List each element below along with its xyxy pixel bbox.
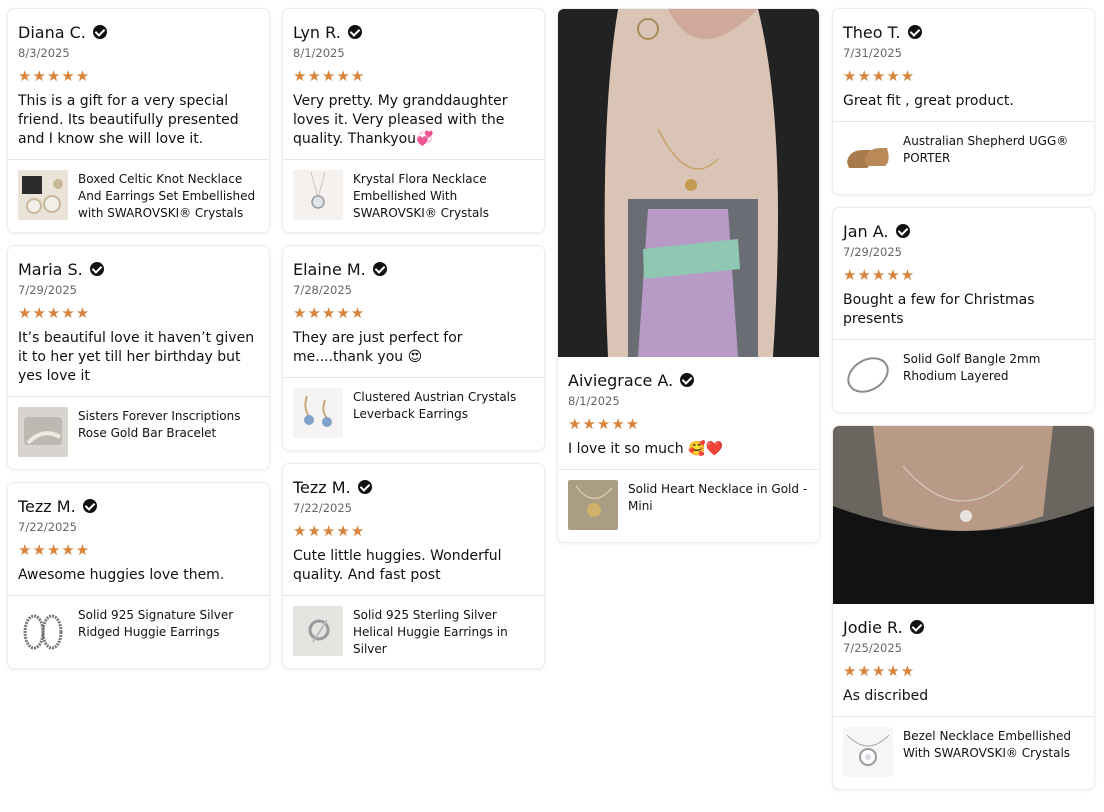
product-link[interactable]: Solid Heart Necklace in Gold - Mini [558,469,819,542]
review-date: 7/25/2025 [843,641,902,655]
product-link[interactable]: Boxed Celtic Knot Necklace And Earrings … [8,159,269,232]
review-text: As discribed [843,688,929,704]
review-text: This is a gift for a very special friend… [18,93,239,147]
review-card[interactable]: Aiviegrace A. 8/1/2025 ★★★★★ I love it s… [558,9,819,542]
verified-check-icon [82,499,97,513]
review-card[interactable]: Theo T. 7/31/2025 ★★★★★ Great fit , grea… [833,9,1094,194]
product-title[interactable]: Clustered Austrian Crystals Leverback Ea… [353,389,534,423]
star-rating: ★★★★★ [18,541,91,559]
review-card[interactable]: Lyn R. 8/1/2025 ★★★★★ Very pretty. My gr… [283,9,544,232]
review-column-3: Aiviegrace A. 8/1/2025 ★★★★★ I love it s… [558,9,819,556]
product-title[interactable]: Boxed Celtic Knot Necklace And Earrings … [78,171,259,222]
product-link[interactable]: Bezel Necklace Embellished With SWAROVSK… [833,716,1094,789]
review-text: It’s beautiful love it haven’t given it … [18,330,255,384]
star-rating: ★★★★★ [293,67,366,85]
review-text: They are just perfect for me....thank yo… [293,330,463,365]
review-text: Very pretty. My granddaughter loves it. … [293,93,508,147]
reviewer-name: Lyn R. [293,21,534,43]
product-link[interactable]: Solid 925 Signature Silver Ridged Huggie… [8,595,269,668]
review-date: 7/29/2025 [18,283,77,297]
reviewer-name: Jan A. [843,220,1084,242]
product-thumbnail[interactable] [843,727,893,777]
reviewer-name: Maria S. [18,258,259,280]
product-link[interactable]: Solid 925 Sterling Silver Helical Huggie… [283,595,544,668]
review-date: 7/28/2025 [293,283,352,297]
product-link[interactable]: Krystal Flora Necklace Embellished With … [283,159,544,232]
product-title[interactable]: Australian Shepherd UGG® PORTER [903,133,1084,167]
review-card[interactable]: Jan A. 7/29/2025 ★★★★★ Bought a few for … [833,208,1094,412]
product-link[interactable]: Clustered Austrian Crystals Leverback Ea… [283,377,544,450]
review-card[interactable]: Tezz M. 7/22/2025 ★★★★★ Awesome huggies … [8,483,269,668]
product-thumbnail[interactable] [843,350,893,400]
review-date: 7/29/2025 [843,245,902,259]
product-link[interactable]: Solid Golf Bangle 2mm Rhodium Layered [833,339,1094,412]
verified-check-icon [907,25,922,39]
product-link[interactable]: Sisters Forever Inscriptions Rose Gold B… [8,396,269,469]
verified-check-icon [89,262,104,276]
product-title[interactable]: Krystal Flora Necklace Embellished With … [353,171,534,222]
review-text: Great fit , great product. [843,93,1014,109]
review-text: I love it so much 🥰❤️ [568,441,723,457]
product-thumbnail[interactable] [568,480,618,530]
verified-check-icon [909,620,924,634]
product-link[interactable]: Australian Shepherd UGG® PORTER [833,121,1094,194]
product-title[interactable]: Bezel Necklace Embellished With SWAROVSK… [903,728,1084,762]
customer-photo[interactable] [558,9,819,357]
product-title[interactable]: Solid Golf Bangle 2mm Rhodium Layered [903,351,1084,385]
star-rating: ★★★★★ [18,67,91,85]
reviewer-name: Tezz M. [293,476,534,498]
verified-check-icon [680,373,695,387]
product-thumbnail[interactable] [293,388,343,438]
reviewer-name: Aiviegrace A. [568,369,809,391]
verified-check-icon [92,25,107,39]
product-thumbnail[interactable] [293,170,343,220]
review-date: 7/22/2025 [293,501,352,515]
product-thumbnail[interactable] [18,606,68,656]
review-card[interactable]: Elaine M. 7/28/2025 ★★★★★ They are just … [283,246,544,450]
reviewer-name: Diana C. [18,21,259,43]
review-column-4: Theo T. 7/31/2025 ★★★★★ Great fit , grea… [833,9,1094,803]
reviewer-name: Theo T. [843,21,1084,43]
reviewer-name: Tezz M. [18,495,259,517]
verified-check-icon [372,262,387,276]
reviewer-name: Jodie R. [843,616,1084,638]
product-thumbnail[interactable] [18,407,68,457]
product-title[interactable]: Solid Heart Necklace in Gold - Mini [628,481,809,515]
star-rating: ★★★★★ [843,266,916,284]
product-thumbnail[interactable] [843,132,893,182]
review-text: Bought a few for Christmas presents [843,292,1035,327]
product-title[interactable]: Solid 925 Signature Silver Ridged Huggie… [78,607,259,641]
star-rating: ★★★★★ [843,662,916,680]
review-card[interactable]: Jodie R. 7/25/2025 ★★★★★ As discribed Be… [833,426,1094,789]
star-rating: ★★★★★ [568,415,641,433]
review-column-2: Lyn R. 8/1/2025 ★★★★★ Very pretty. My gr… [283,9,544,682]
review-date: 8/1/2025 [293,46,345,60]
verified-check-icon [357,480,372,494]
review-text: Awesome huggies love them. [18,567,225,583]
review-text: Cute little huggies. Wonderful quality. … [293,548,502,583]
verified-check-icon [895,224,910,238]
review-column-1: Diana C. 8/3/2025 ★★★★★ This is a gift f… [8,9,269,682]
review-date: 8/3/2025 [18,46,70,60]
review-date: 7/22/2025 [18,520,77,534]
review-card[interactable]: Maria S. 7/29/2025 ★★★★★ It’s beautiful … [8,246,269,469]
product-thumbnail[interactable] [293,606,343,656]
review-card[interactable]: Tezz M. 7/22/2025 ★★★★★ Cute little hugg… [283,464,544,668]
star-rating: ★★★★★ [843,67,916,85]
star-rating: ★★★★★ [293,304,366,322]
verified-check-icon [347,25,362,39]
star-rating: ★★★★★ [293,522,366,540]
review-card[interactable]: Diana C. 8/3/2025 ★★★★★ This is a gift f… [8,9,269,232]
product-thumbnail[interactable] [18,170,68,220]
product-title[interactable]: Solid 925 Sterling Silver Helical Huggie… [353,607,534,658]
review-date: 8/1/2025 [568,394,620,408]
review-date: 7/31/2025 [843,46,902,60]
reviewer-name: Elaine M. [293,258,534,280]
product-title[interactable]: Sisters Forever Inscriptions Rose Gold B… [78,408,259,442]
star-rating: ★★★★★ [18,304,91,322]
customer-photo[interactable] [833,426,1094,604]
